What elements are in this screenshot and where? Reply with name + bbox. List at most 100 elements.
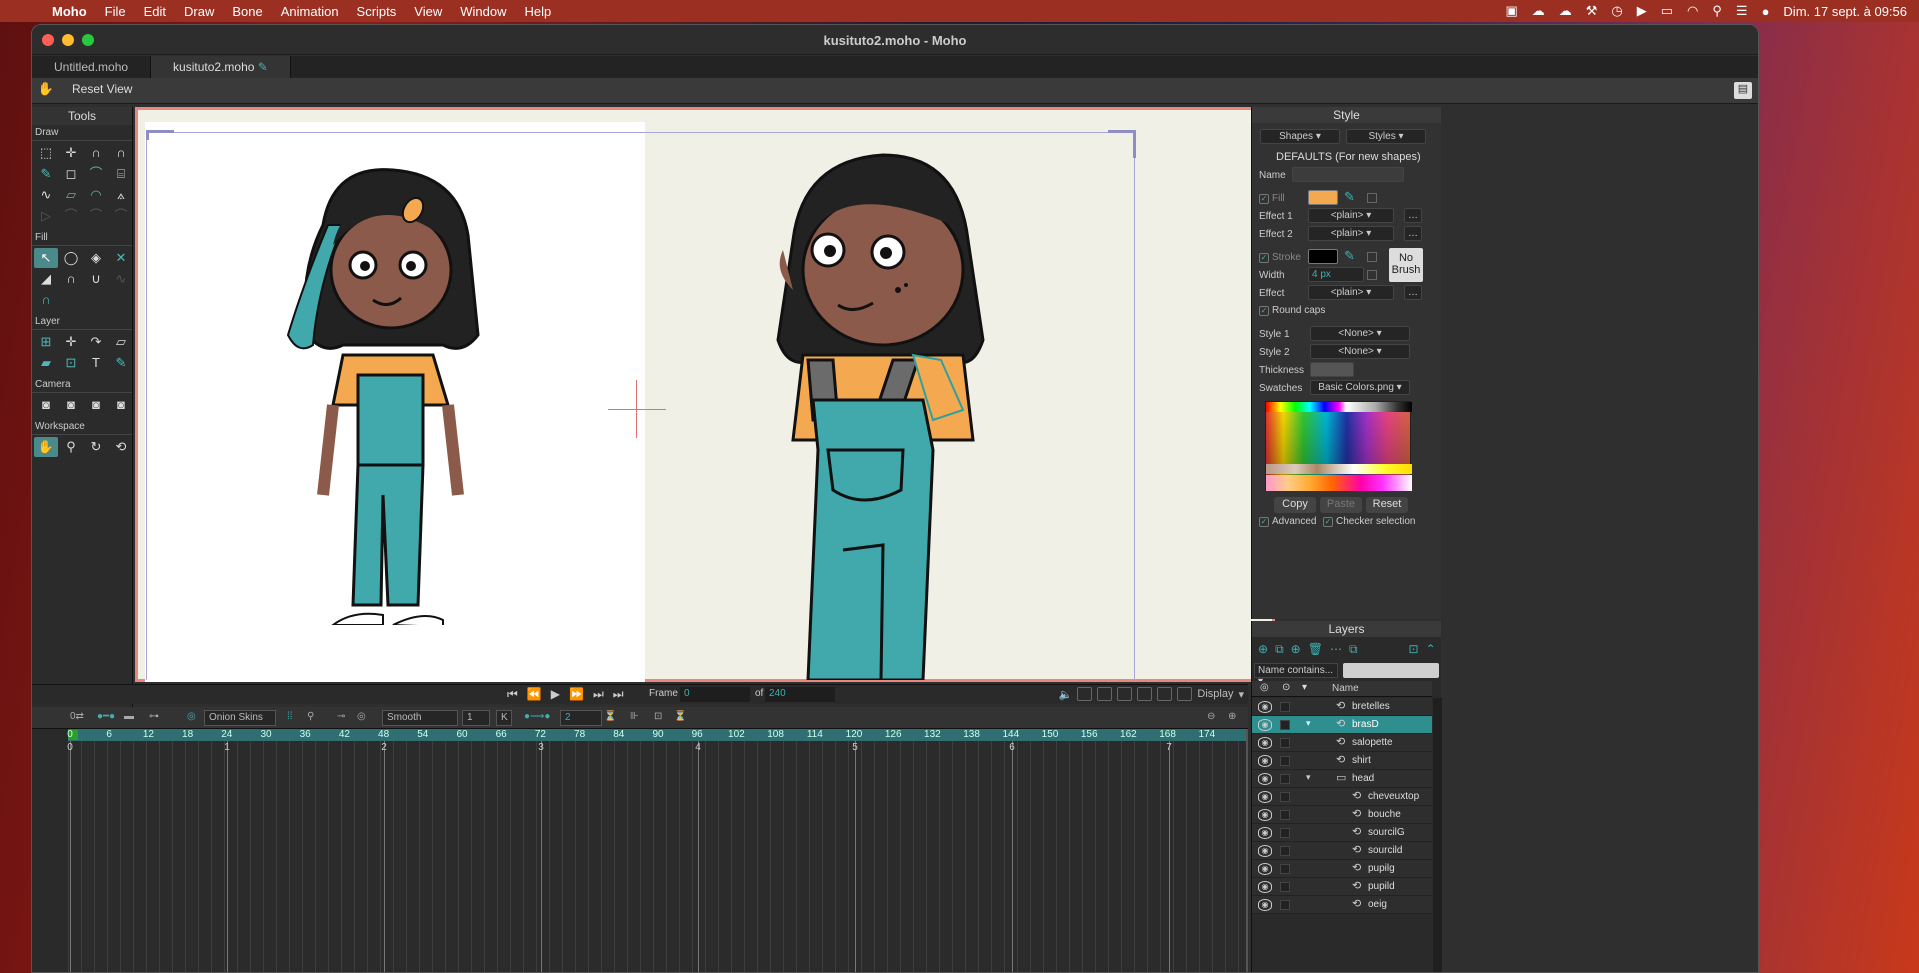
- zoom-in-icon[interactable]: ⊕: [1228, 711, 1236, 722]
- layer-filter-dropdown[interactable]: Name contains... ▾: [1254, 663, 1338, 687]
- zoom-icon[interactable]: ⚲: [59, 437, 83, 457]
- layer-color-box[interactable]: [1280, 864, 1290, 874]
- magnet-icon[interactable]: ∩: [109, 143, 133, 163]
- rotate-layer-icon[interactable]: ↷: [84, 332, 108, 352]
- select-points-icon[interactable]: ⬚: [34, 143, 58, 163]
- layer-row[interactable]: ◉ ⟲ cheveuxtop: [1252, 788, 1432, 806]
- frame-input[interactable]: 0: [680, 687, 750, 702]
- layer-color-box[interactable]: [1280, 774, 1290, 784]
- sort-header-icon[interactable]: ▾: [1302, 682, 1307, 693]
- translate-points-icon[interactable]: ✛: [59, 143, 83, 163]
- key-nav-icon[interactable]: ●⟶●: [524, 711, 550, 722]
- bones-icon[interactable]: ⚲: [307, 711, 314, 722]
- settings-icon[interactable]: ⊡: [1409, 642, 1419, 658]
- round-caps-checkbox[interactable]: ✓: [1259, 306, 1269, 316]
- eye-icon[interactable]: ◉: [1258, 863, 1272, 875]
- width-none-box[interactable]: [1367, 270, 1377, 280]
- search-icon[interactable]: ⚲: [1712, 3, 1722, 19]
- sequence-icon[interactable]: ⊪: [630, 711, 639, 722]
- eye-icon[interactable]: ◉: [1258, 773, 1272, 785]
- eyedropper-icon[interactable]: ✎: [109, 353, 133, 373]
- new-layer-icon[interactable]: ⊕: [1258, 642, 1268, 658]
- tab-kusituto2[interactable]: kusituto2.moho ✎: [151, 56, 291, 78]
- transform-layer-icon[interactable]: ⊞: [34, 332, 58, 352]
- layer-row[interactable]: ◉ ▾ ▭ head: [1252, 770, 1432, 788]
- fill-eyedropper-icon[interactable]: ✎: [1344, 189, 1355, 205]
- checker-checkbox[interactable]: ✓: [1323, 517, 1333, 527]
- layer-color-box[interactable]: [1280, 882, 1290, 892]
- copy-layer-icon[interactable]: ⧉: [1275, 642, 1284, 658]
- menu-bone[interactable]: Bone: [223, 4, 271, 19]
- keys-input[interactable]: 2: [560, 710, 602, 726]
- layer-row[interactable]: ◉ ⟲ sourcilG: [1252, 824, 1432, 842]
- color-palette[interactable]: [1265, 401, 1412, 491]
- stroke-eyedropper-icon[interactable]: ✎: [1344, 248, 1355, 264]
- delete-shape-icon[interactable]: ✕: [109, 248, 133, 268]
- total-frames-input[interactable]: 240: [765, 687, 835, 702]
- first-frame-icon[interactable]: ⏮: [507, 687, 518, 702]
- expand-arrow-icon[interactable]: ▾: [1306, 718, 1311, 729]
- fill-checkbox[interactable]: ✓: [1259, 194, 1269, 204]
- layer-row[interactable]: ◉ ⟲ bretelles: [1252, 698, 1432, 716]
- grid-view-icon[interactable]: [1117, 687, 1133, 701]
- eye-icon[interactable]: ◉: [1258, 737, 1272, 749]
- camera-track-icon[interactable]: ◙: [34, 395, 58, 415]
- frame-zero-icon[interactable]: 0⇄: [70, 711, 84, 722]
- menu-animation[interactable]: Animation: [272, 4, 348, 19]
- split-view-icon[interactable]: [1097, 687, 1113, 701]
- record-icon[interactable]: ◎: [357, 711, 366, 722]
- layer-search-input[interactable]: [1343, 663, 1439, 678]
- reset-view-button[interactable]: Reset View: [72, 82, 132, 96]
- freehand-icon[interactable]: ✎: [34, 164, 58, 184]
- eye-icon[interactable]: ◉: [1258, 719, 1272, 731]
- marker-icon[interactable]: ⏳: [604, 711, 616, 722]
- shape-icon[interactable]: ◻: [59, 164, 83, 184]
- advanced-checkbox[interactable]: ✓: [1259, 517, 1269, 527]
- bone-view-icon[interactable]: [1157, 687, 1173, 701]
- set-origin-icon[interactable]: ✛: [59, 332, 83, 352]
- stroke-none-box[interactable]: [1367, 252, 1377, 262]
- next-frame-icon[interactable]: ⏩: [569, 687, 584, 702]
- menu-edit[interactable]: Edit: [135, 4, 175, 19]
- switch-icon[interactable]: ⊡: [59, 353, 83, 373]
- style1-dropdown[interactable]: <None> ▾: [1310, 326, 1410, 341]
- filter-icon[interactable]: ⏳: [674, 711, 686, 722]
- shapes-dropdown[interactable]: Shapes ▾: [1260, 129, 1340, 144]
- paste-button[interactable]: Paste: [1320, 497, 1362, 513]
- layer-color-box[interactable]: [1280, 720, 1290, 730]
- book-icon[interactable]: ▤: [1734, 82, 1752, 99]
- curve-icon[interactable]: ∿: [34, 185, 58, 205]
- play-button[interactable]: ▶: [551, 687, 560, 702]
- new-group-icon[interactable]: ⊕: [1291, 642, 1301, 658]
- curvature-fill-icon[interactable]: ∩: [34, 290, 58, 310]
- chevron-down-icon[interactable]: ▾: [1238, 688, 1244, 701]
- prev-key-icon[interactable]: ⏪: [527, 687, 542, 702]
- onion-skins-dropdown[interactable]: Onion Skins: [204, 710, 276, 726]
- ruler-icon[interactable]: ▬: [124, 711, 134, 722]
- no-brush-button[interactable]: No Brush: [1389, 248, 1423, 282]
- layer-row[interactable]: ◉ ⟲ bouche: [1252, 806, 1432, 824]
- layer-row[interactable]: ◉ ⟲ sourcild: [1252, 842, 1432, 860]
- siri-icon[interactable]: ●: [1762, 4, 1770, 19]
- line-width-icon[interactable]: ◢: [34, 269, 58, 289]
- hide-edge-icon[interactable]: ∩: [59, 269, 83, 289]
- eye-icon[interactable]: ◉: [1258, 755, 1272, 767]
- datetime[interactable]: Dim. 17 sept. à 09:56: [1783, 4, 1907, 19]
- stroke-exposure-icon[interactable]: ∪: [84, 269, 108, 289]
- expand-arrow-icon[interactable]: ▾: [1306, 772, 1311, 783]
- create-shape-icon[interactable]: ◯: [59, 248, 83, 268]
- menu-window[interactable]: Window: [451, 4, 515, 19]
- eye-icon[interactable]: ◉: [1258, 845, 1272, 857]
- step-dropdown[interactable]: 1: [462, 710, 490, 726]
- camera-icon[interactable]: ⊡: [654, 711, 662, 722]
- menu-file[interactable]: File: [96, 4, 135, 19]
- layer-row[interactable]: ◉ ⟲ pupilg: [1252, 860, 1432, 878]
- style2-dropdown[interactable]: <None> ▾: [1310, 344, 1410, 359]
- layer-3d-icon[interactable]: ▰: [34, 353, 58, 373]
- layer-color-box[interactable]: [1280, 846, 1290, 856]
- delete-layer-icon[interactable]: 🗑: [1308, 642, 1323, 658]
- effect2-more-button[interactable]: …: [1404, 226, 1422, 241]
- select-shape-icon[interactable]: ↖: [34, 248, 58, 268]
- menu-scripts[interactable]: Scripts: [348, 4, 406, 19]
- thickness-input[interactable]: [1310, 362, 1354, 377]
